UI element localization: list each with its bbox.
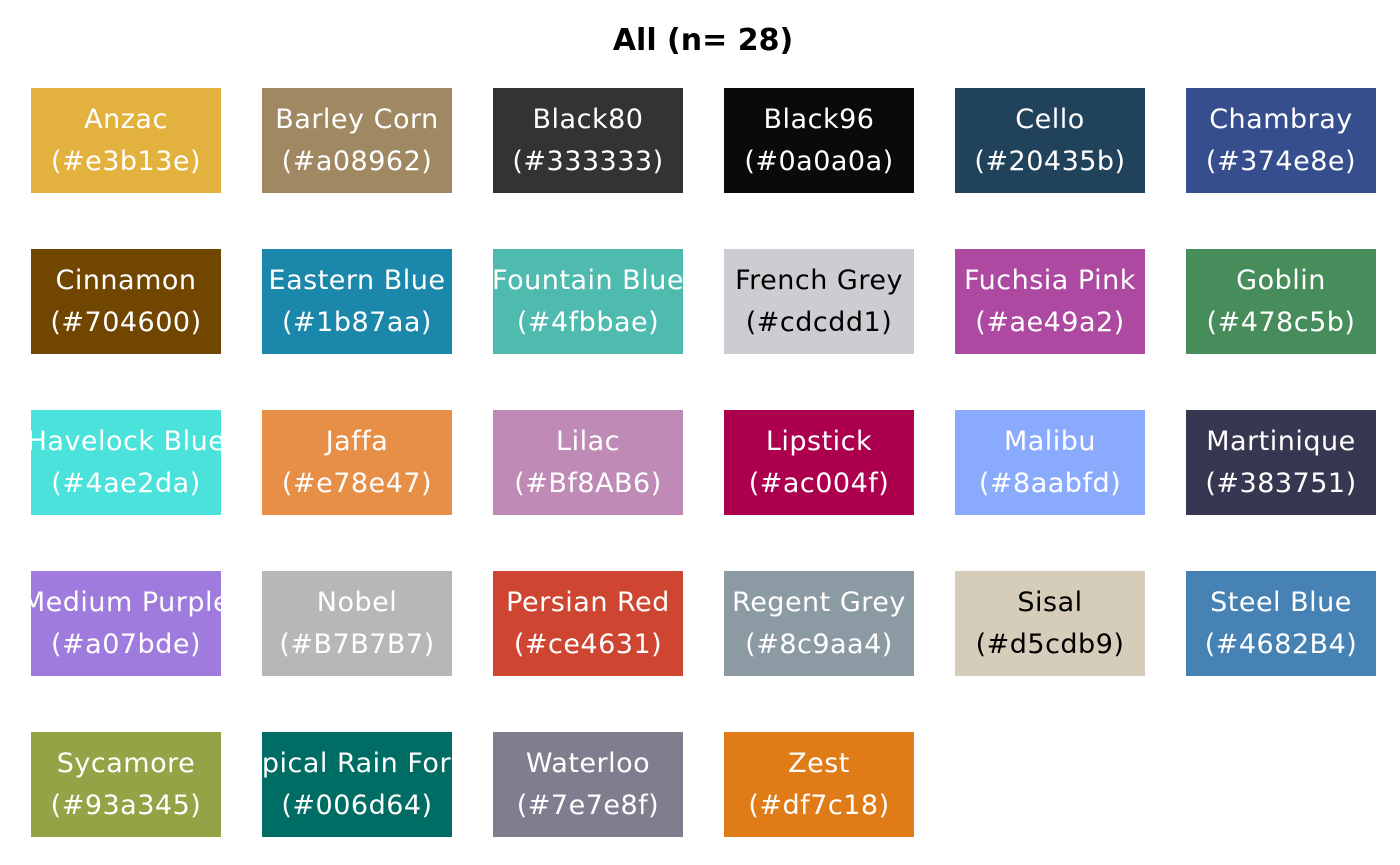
swatch-hex: (#7e7e8f) <box>516 790 660 821</box>
swatch-name: Steel Blue <box>1210 587 1352 618</box>
swatch-hex: (#ac004f) <box>748 468 890 499</box>
swatch-steel-blue: Steel Blue (#4682B4) <box>1186 571 1376 676</box>
swatch-sisal: Sisal (#d5cdb9) <box>955 571 1145 676</box>
swatch-hex: (#333333) <box>512 146 664 177</box>
swatch-black80: Black80 (#333333) <box>493 88 683 193</box>
swatch-name: Nobel <box>316 587 398 618</box>
swatch-grid: Anzac (#e3b13e) Barley Corn (#a08962) Black8… <box>0 0 1400 865</box>
swatch-waterloo: Waterloo (#7e7e8f) <box>493 732 683 837</box>
swatch-hex: (#20435b) <box>974 146 1126 177</box>
swatch-name: Anzac <box>84 104 168 135</box>
swatch-havelock-blue: Havelock Blue (#4ae2da) <box>31 410 221 515</box>
swatch-hex: (#B7B7B7) <box>279 629 435 660</box>
swatch-name: Chambray <box>1209 104 1353 135</box>
swatch-hex: (#e3b13e) <box>50 146 202 177</box>
swatch-name: Regent Grey <box>732 587 906 618</box>
swatch-name: Fuchsia Pink <box>964 265 1136 296</box>
swatch-name: Lilac <box>556 426 620 457</box>
swatch-hex: (#1b87aa) <box>282 307 432 338</box>
swatch-anzac: Anzac (#e3b13e) <box>31 88 221 193</box>
swatch-name: Malibu <box>1003 426 1097 457</box>
swatch-hex: (#8c9aa4) <box>745 629 893 660</box>
swatch-malibu: Malibu (#8aabfd) <box>955 410 1145 515</box>
swatch-lipstick: Lipstick (#ac004f) <box>724 410 914 515</box>
swatch-fuchsia-pink: Fuchsia Pink (#ae49a2) <box>955 249 1145 354</box>
swatch-hex: (#4fbbae) <box>516 307 660 338</box>
swatch-cinnamon: Cinnamon (#704600) <box>31 249 221 354</box>
swatch-hex: (#Bf8AB6) <box>514 468 662 499</box>
swatch-hex: (#a08962) <box>281 146 433 177</box>
swatch-goblin: Goblin (#478c5b) <box>1186 249 1376 354</box>
swatch-hex: (#4ae2da) <box>51 468 201 499</box>
swatch-nobel: Nobel (#B7B7B7) <box>262 571 452 676</box>
swatch-hex: (#d5cdb9) <box>975 629 1125 660</box>
swatch-eastern-blue: Eastern Blue (#1b87aa) <box>262 249 452 354</box>
swatch-hex: (#a07bde) <box>51 629 201 660</box>
swatch-hex: (#ae49a2) <box>975 307 1125 338</box>
swatch-hex: (#006d64) <box>281 790 433 821</box>
swatch-name: Barley Corn <box>275 104 439 135</box>
swatch-name: Sisal <box>1017 587 1083 618</box>
swatch-hex: (#374e8e) <box>1205 146 1357 177</box>
swatch-name: Cello <box>1015 104 1085 135</box>
swatch-black96: Black96 (#0a0a0a) <box>724 88 914 193</box>
swatch-name: Persian Red <box>506 587 670 618</box>
swatch-name: French Grey <box>735 265 903 296</box>
swatch-name: Cinnamon <box>55 265 197 296</box>
swatch-martinique: Martinique (#383751) <box>1186 410 1376 515</box>
swatch-french-grey: French Grey (#cdcdd1) <box>724 249 914 354</box>
swatch-name: Sycamore <box>56 748 196 779</box>
swatch-tropical-rain-forest: Tropical Rain Forest (#006d64) <box>262 732 452 837</box>
swatch-name: Medium Purple <box>31 587 221 618</box>
swatch-hex: (#cdcdd1) <box>745 307 893 338</box>
swatch-jaffa: Jaffa (#e78e47) <box>262 410 452 515</box>
swatch-name: Black96 <box>763 104 875 135</box>
swatch-name: Fountain Blue <box>493 265 683 296</box>
swatch-hex: (#8aabfd) <box>978 468 1122 499</box>
swatch-hex: (#93a345) <box>50 790 202 821</box>
swatch-name: Lipstick <box>765 426 873 457</box>
swatch-name: Martinique <box>1206 426 1356 457</box>
swatch-fountain-blue: Fountain Blue (#4fbbae) <box>493 249 683 354</box>
swatch-hex: (#478c5b) <box>1206 307 1356 338</box>
swatch-sycamore: Sycamore (#93a345) <box>31 732 221 837</box>
swatch-name: Black80 <box>532 104 644 135</box>
swatch-hex: (#0a0a0a) <box>744 146 894 177</box>
swatch-hex: (#704600) <box>50 307 202 338</box>
swatch-name: Eastern Blue <box>268 265 446 296</box>
swatch-hex: (#df7c18) <box>748 790 890 821</box>
swatch-zest: Zest (#df7c18) <box>724 732 914 837</box>
swatch-name: Waterloo <box>525 748 651 779</box>
swatch-lilac: Lilac (#Bf8AB6) <box>493 410 683 515</box>
swatch-name: Tropical Rain Forest <box>262 748 452 779</box>
swatch-name: Havelock Blue <box>31 426 221 457</box>
swatch-hex: (#4682B4) <box>1204 629 1358 660</box>
swatch-persian-red: Persian Red (#ce4631) <box>493 571 683 676</box>
swatch-cello: Cello (#20435b) <box>955 88 1145 193</box>
swatch-name: Jaffa <box>325 426 389 457</box>
swatch-chambray: Chambray (#374e8e) <box>1186 88 1376 193</box>
swatch-hex: (#e78e47) <box>281 468 433 499</box>
swatch-medium-purple: Medium Purple (#a07bde) <box>31 571 221 676</box>
swatch-regent-grey: Regent Grey (#8c9aa4) <box>724 571 914 676</box>
swatch-barley-corn: Barley Corn (#a08962) <box>262 88 452 193</box>
swatch-hex: (#383751) <box>1205 468 1357 499</box>
swatch-name: Zest <box>788 748 850 779</box>
swatch-hex: (#ce4631) <box>513 629 663 660</box>
swatch-name: Goblin <box>1236 265 1326 296</box>
